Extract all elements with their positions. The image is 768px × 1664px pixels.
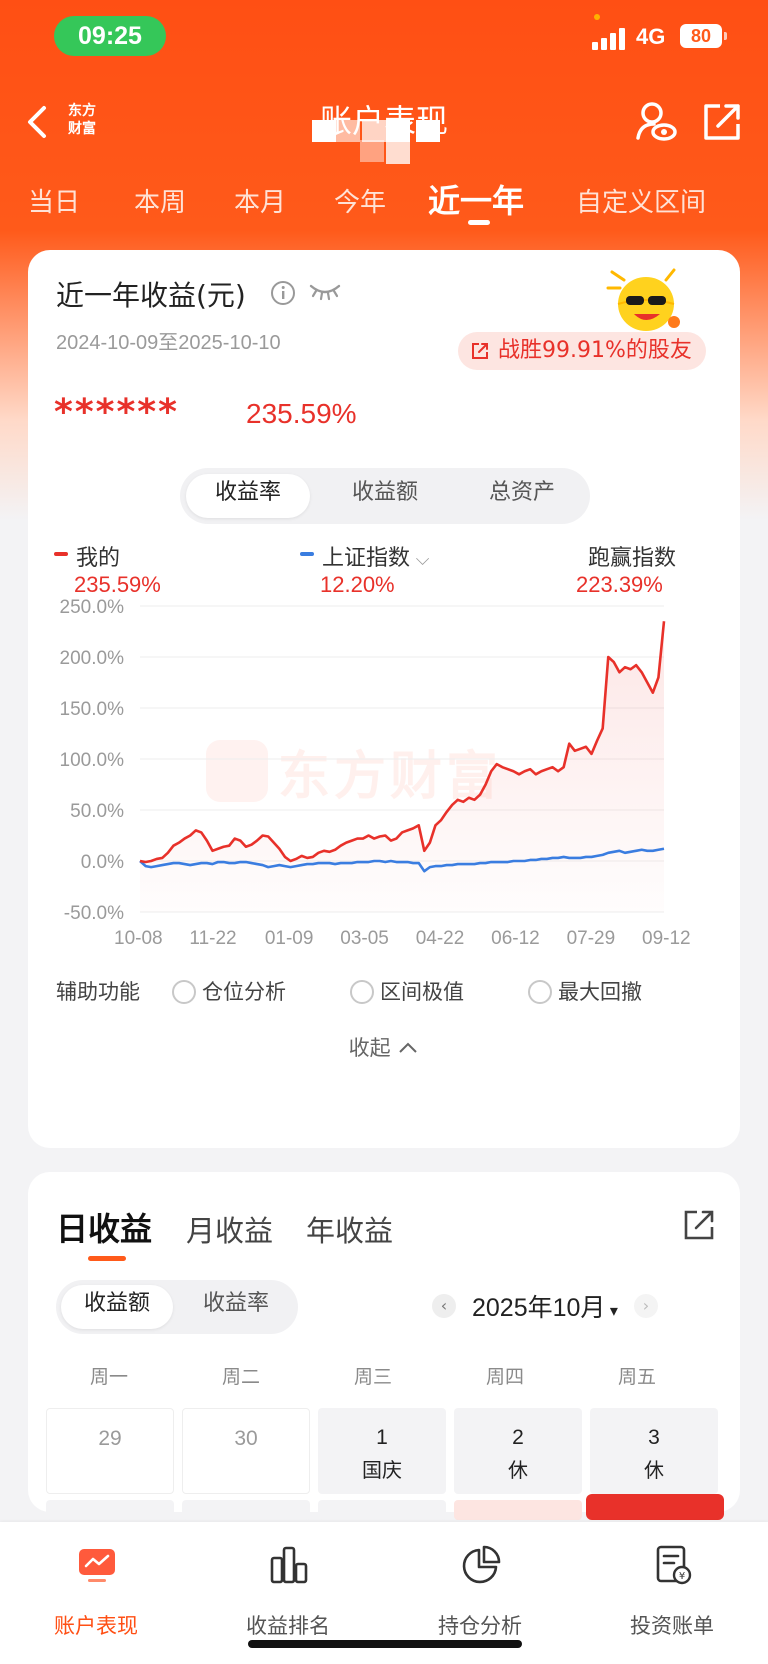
tab-custom-range[interactable]: 自定义区间 — [576, 182, 706, 219]
prev-month-icon[interactable]: ‹ — [432, 1294, 456, 1318]
signal-icon — [592, 28, 628, 50]
segment-profit-amount[interactable]: 收益额 — [323, 474, 447, 518]
profit-tab-indicator — [88, 1256, 126, 1261]
weekday-label: 周三 — [353, 1366, 392, 1388]
beat-peers-badge[interactable]: 战胜99.91%的股友 — [458, 332, 706, 370]
segment-amount[interactable]: 收益额 — [61, 1285, 173, 1329]
battery-icon: 80 — [680, 24, 727, 48]
aux-label: 辅助功能 — [56, 980, 140, 1004]
tab-monthly-profit[interactable]: 月收益 — [186, 1208, 273, 1250]
tab-ytd[interactable]: 今年 — [334, 182, 386, 219]
x-tick-label: 01-09 — [265, 928, 314, 949]
bar-chart-icon — [270, 1546, 308, 1584]
legend-outperform-label: 跑赢指数 — [588, 546, 677, 571]
x-tick-label: 03-05 — [340, 928, 389, 949]
masked-account-name — [312, 120, 462, 164]
user-watch-icon[interactable] — [634, 100, 678, 144]
status-bar: 09:25 4G 80 — [0, 14, 768, 58]
weekday-label: 周二 — [221, 1366, 260, 1388]
metric-segment: 收益率 收益额 总资产 — [180, 468, 590, 524]
hide-amount-eye-icon[interactable] — [308, 280, 342, 302]
share-icon[interactable] — [700, 100, 744, 144]
y-tick-label: -50.0% — [64, 903, 124, 924]
legend-mine-label: 我的 — [76, 546, 121, 571]
bill-icon: ¥ — [656, 1545, 692, 1585]
calendar-day[interactable] — [46, 1500, 174, 1520]
month-selector: ‹ 2025年10月 ▾ › — [428, 1284, 688, 1328]
share-icon[interactable] — [682, 1208, 716, 1242]
x-tick-label: 04-22 — [416, 928, 465, 949]
chevron-up-icon — [399, 1042, 418, 1053]
calendar-day[interactable]: 3休 — [590, 1408, 718, 1494]
calendar-day-selected[interactable] — [586, 1494, 724, 1520]
network-type: 4G — [636, 24, 666, 49]
privacy-indicator-dot — [594, 14, 600, 20]
legend-mine-swatch — [54, 552, 68, 556]
tab-daily-profit[interactable]: 日收益 — [56, 1204, 152, 1250]
next-month-icon[interactable]: › — [634, 1294, 658, 1318]
segment-rate[interactable]: 收益率 — [180, 1285, 292, 1329]
share-small-icon — [472, 343, 488, 359]
calendar-day[interactable]: 29 — [46, 1408, 174, 1494]
legend-index-swatch — [300, 552, 314, 556]
collapse-button[interactable]: 收起 — [28, 1032, 740, 1062]
weekday-label: 周四 — [485, 1366, 524, 1388]
nav-bar: 东方 财富 账户表现 — [0, 96, 768, 166]
tab-yearly-profit[interactable]: 年收益 — [306, 1208, 393, 1250]
svg-text:¥: ¥ — [679, 1571, 685, 1582]
chevron-down-icon: ⌵ — [410, 549, 430, 570]
profit-calendar-card: 日收益 月收益 年收益 收益额 收益率 ‹ 2025年10月 ▾ › 周一 周二… — [28, 1172, 740, 1520]
segment-return-rate[interactable]: 收益率 — [186, 474, 310, 518]
tab-week[interactable]: 本周 — [134, 182, 186, 219]
home-indicator — [248, 1640, 522, 1648]
weekday-label: 周五 — [617, 1366, 656, 1388]
series-area-mine — [140, 621, 664, 912]
x-tick-label: 09-12 — [642, 928, 691, 949]
return-percentage: 235.59% — [246, 398, 357, 429]
active-tab-indicator — [468, 220, 490, 225]
return-line-chart[interactable]: 250.0% 200.0% 150.0% 100.0% 50.0% 0.0% -50.0% 1… — [28, 590, 740, 970]
aux-range-extremes[interactable]: 区间极值 — [350, 976, 464, 1006]
mascot-emoji-icon — [606, 268, 680, 331]
caret-down-icon: ▾ — [605, 1303, 618, 1320]
legend-index-label[interactable]: 上证指数 ⌵ — [322, 540, 429, 572]
tab-last-year[interactable]: 近一年 — [428, 176, 524, 222]
month-label[interactable]: 2025年10月 ▾ — [472, 1288, 618, 1324]
calendar-day[interactable]: 2休 — [454, 1408, 582, 1494]
calendar-day[interactable] — [454, 1500, 582, 1520]
y-tick-label: 100.0% — [60, 750, 125, 771]
x-tick-label: 07-29 — [567, 928, 616, 949]
x-tick-label: 06-12 — [491, 928, 540, 949]
chart-screen-icon — [79, 1549, 115, 1582]
calendar-day[interactable]: 1 国庆 — [318, 1408, 446, 1494]
tab-today[interactable]: 当日 — [28, 182, 80, 219]
aux-max-drawdown[interactable]: 最大回撤 — [528, 976, 642, 1006]
period-tabs: 当日 本周 本月 今年 近一年 自定义区间 — [0, 176, 768, 228]
y-tick-label: 200.0% — [60, 648, 125, 669]
performance-card: 近一年收益(元) 2024-10-09至2025-10-10 战胜99.91%的… — [28, 250, 740, 1148]
aux-functions: 辅助功能 仓位分析 区间极值 最大回撤 — [56, 976, 716, 1012]
tab-month[interactable]: 本月 — [234, 182, 286, 219]
info-icon[interactable] — [270, 280, 296, 306]
pie-chart-icon — [462, 1545, 501, 1584]
y-tick-label: 150.0% — [60, 699, 125, 720]
status-time: 09:25 — [54, 16, 166, 56]
calendar-day[interactable]: 30 — [182, 1408, 310, 1494]
calendar-day[interactable] — [318, 1500, 446, 1520]
x-tick-label: 10-08 — [114, 928, 163, 949]
date-range: 2024-10-09至2025-10-10 — [56, 332, 281, 354]
summary-title: 近一年收益(元) — [56, 279, 246, 312]
profit-metric-segment: 收益额 收益率 — [56, 1280, 298, 1334]
weekday-label: 周一 — [89, 1366, 128, 1388]
x-tick-label: 11-22 — [189, 928, 236, 949]
y-tick-label: 0.0% — [81, 852, 124, 873]
aux-position-analysis[interactable]: 仓位分析 — [172, 976, 286, 1006]
masked-profit-amount: ****** — [54, 392, 179, 433]
y-tick-label: 250.0% — [60, 597, 125, 618]
calendar-day[interactable] — [182, 1500, 310, 1520]
segment-total-assets[interactable]: 总资产 — [460, 474, 584, 518]
y-tick-label: 50.0% — [70, 801, 124, 822]
